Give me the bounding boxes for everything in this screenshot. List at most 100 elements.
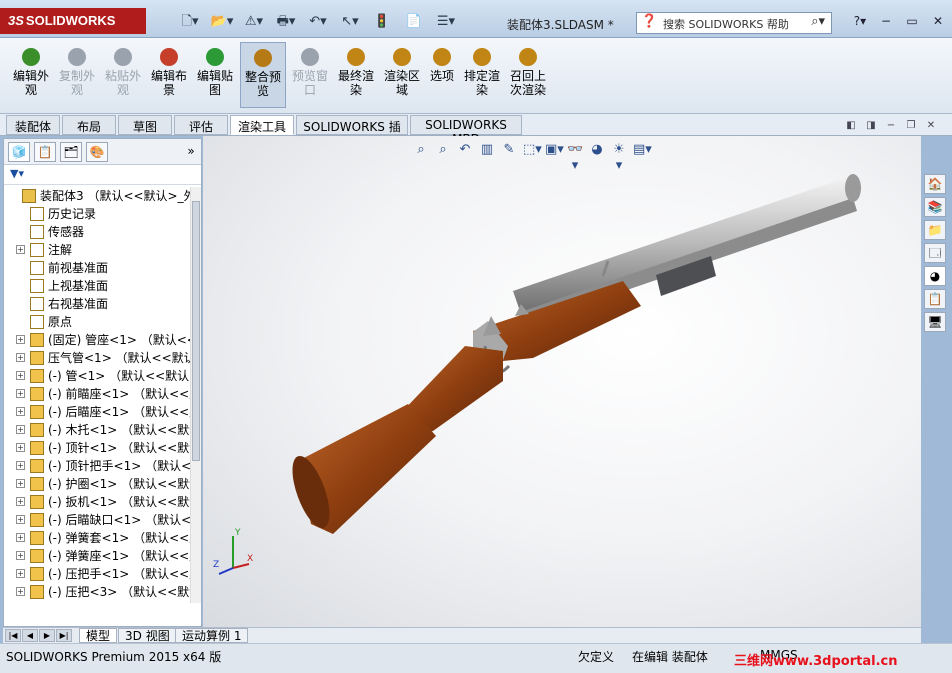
- undo-icon[interactable]: ↶▾: [304, 12, 332, 32]
- tree-row[interactable]: + 注解: [4, 241, 191, 259]
- tab-0[interactable]: 装配体: [6, 115, 60, 135]
- expand-icon[interactable]: +: [16, 443, 25, 452]
- tab-5[interactable]: SOLIDWORKS 插件: [296, 115, 408, 151]
- solidworks-forum-icon[interactable]: 🖥: [924, 312, 946, 332]
- help-icon[interactable]: ?▾: [850, 12, 870, 30]
- expand-icon[interactable]: +: [16, 497, 25, 506]
- tree-row[interactable]: 历史记录: [4, 205, 191, 223]
- restore-icon[interactable]: ▭: [902, 12, 922, 30]
- design-library-icon[interactable]: 📚: [924, 197, 946, 217]
- tree-row[interactable]: + (-) 木托<1> （默认<<默认: [4, 421, 191, 439]
- view-palette-icon[interactable]: 🗔: [924, 243, 946, 263]
- ribbon-button-9[interactable]: 选项: [425, 42, 459, 108]
- graphics-area[interactable]: ⌕ ⌕ ↶ ▥ ✎ ⬚▾ ▣▾ 👓▾ ◕ ☀▾ ▤▾ Y X Z: [203, 136, 921, 627]
- file-properties-icon[interactable]: 📄: [400, 12, 428, 32]
- scroll-thumb[interactable]: [192, 201, 200, 461]
- tree-row[interactable]: + (-) 后瞄缺口<1> （默认<<: [4, 511, 191, 529]
- tab-3d-view[interactable]: 3D 视图: [118, 628, 177, 643]
- close-icon[interactable]: ✕: [928, 12, 948, 30]
- tree-row[interactable]: 传感器: [4, 223, 191, 241]
- ribbon-button-11[interactable]: 召回上次渲染: [505, 42, 551, 108]
- custom-properties-icon[interactable]: 📋: [924, 289, 946, 309]
- ribbon-button-7[interactable]: 最终渲染: [333, 42, 379, 108]
- expand-icon[interactable]: +: [16, 551, 25, 560]
- expand-icon[interactable]: +: [16, 353, 25, 362]
- appearances-scenes-icon[interactable]: ◕: [924, 266, 946, 286]
- display-manager-tab-icon[interactable]: 🎨: [86, 142, 108, 162]
- close-doc-icon[interactable]: ✕: [924, 120, 938, 132]
- tab-6[interactable]: SOLIDWORKS MBD: [410, 115, 522, 146]
- tree-row[interactable]: + (-) 弹簧座<1> （默认<<默: [4, 547, 191, 565]
- select-icon[interactable]: ↖▾: [336, 12, 364, 32]
- expand-icon[interactable]: +: [16, 515, 25, 524]
- new-file-icon[interactable]: 🗋▾: [176, 12, 204, 32]
- tree-row[interactable]: 前视基准面: [4, 259, 191, 277]
- traffic-light-icon[interactable]: 🚦: [368, 12, 396, 32]
- tab-4[interactable]: 渲染工具: [230, 115, 294, 135]
- last-tab-icon[interactable]: ▶|: [56, 629, 72, 642]
- prev-tab-icon[interactable]: ◀: [22, 629, 38, 642]
- tree-row[interactable]: + (-) 弹簧套<1> （默认<<默: [4, 529, 191, 547]
- options-icon[interactable]: ☰▾: [432, 12, 460, 32]
- expand-icon[interactable]: +: [16, 371, 25, 380]
- rebuild-icon[interactable]: ⚠▾: [240, 12, 268, 32]
- tree-row[interactable]: + 压气管<1> （默认<<默认>: [4, 349, 191, 367]
- tree-row[interactable]: + (-) 压把<3> （默认<<默认: [4, 583, 191, 601]
- ribbon-button-3[interactable]: 编辑布景: [146, 42, 192, 108]
- ribbon-button-10[interactable]: 排定渲染: [460, 42, 504, 108]
- tile-right-icon[interactable]: ◨: [864, 120, 878, 132]
- expand-icon[interactable]: +: [16, 407, 25, 416]
- tab-motion-study[interactable]: 运动算例 1: [175, 628, 249, 643]
- tree-row[interactable]: + (-) 顶针<1> （默认<<默认: [4, 439, 191, 457]
- restore-doc-icon[interactable]: ❐: [904, 120, 918, 132]
- tree-row[interactable]: + (-) 前瞄座<1> （默认<<默: [4, 385, 191, 403]
- tab-model[interactable]: 模型: [79, 628, 118, 643]
- tree-row[interactable]: + (-) 后瞄座<1> （默认<<默: [4, 403, 191, 421]
- expand-icon[interactable]: +: [16, 479, 25, 488]
- expand-icon[interactable]: +: [16, 461, 25, 470]
- tree-filter[interactable]: ▼▾: [4, 165, 201, 185]
- configuration-manager-tab-icon[interactable]: 🗂: [60, 142, 82, 162]
- expand-icon[interactable]: +: [16, 425, 25, 434]
- first-tab-icon[interactable]: |◀: [5, 629, 21, 642]
- next-tab-icon[interactable]: ▶: [39, 629, 55, 642]
- tab-1[interactable]: 布局: [62, 115, 116, 135]
- ribbon-button-2[interactable]: 粘贴外观: [100, 42, 146, 108]
- solidworks-logo[interactable]: 3S SOLIDWORKS: [0, 8, 146, 34]
- property-manager-tab-icon[interactable]: 📋: [34, 142, 56, 162]
- tree-scrollbar[interactable]: [190, 187, 201, 603]
- tree-row[interactable]: + (-) 顶针把手<1> （默认<<: [4, 457, 191, 475]
- expand-icon[interactable]: +: [16, 335, 25, 344]
- tile-left-icon[interactable]: ◧: [844, 120, 858, 132]
- tree-row[interactable]: 右视基准面: [4, 295, 191, 313]
- solidworks-resources-icon[interactable]: 🏠: [924, 174, 946, 194]
- search-input[interactable]: ❓ 搜索 SOLIDWORKS 帮助 ⌕▾: [636, 12, 832, 34]
- minimize-doc-icon[interactable]: −: [884, 120, 898, 132]
- expand-icon[interactable]: +: [16, 245, 25, 254]
- expand-icon[interactable]: +: [16, 389, 25, 398]
- expand-icon[interactable]: +: [16, 587, 25, 596]
- filter-icon[interactable]: ▼▾: [10, 167, 24, 180]
- tree-row[interactable]: + (-) 管<1> （默认<<默认>_: [4, 367, 191, 385]
- tree-row[interactable]: + (-) 压把手<1> （默认<<默: [4, 565, 191, 583]
- tree-row[interactable]: + (固定) 管座<1> （默认<<默: [4, 331, 191, 349]
- expand-panel-icon[interactable]: »: [180, 142, 202, 162]
- ribbon-button-6[interactable]: 预览窗口: [287, 42, 333, 108]
- minimize-icon[interactable]: −: [876, 12, 896, 30]
- tab-3[interactable]: 评估: [174, 115, 228, 135]
- tab-2[interactable]: 草图: [118, 115, 172, 135]
- feature-manager-tab-icon[interactable]: 🧊: [8, 142, 30, 162]
- open-file-icon[interactable]: 📂▾: [208, 12, 236, 32]
- ribbon-button-4[interactable]: 编辑贴图: [192, 42, 238, 108]
- ribbon-button-0[interactable]: 编辑外观: [8, 42, 54, 108]
- tree-row[interactable]: 原点: [4, 313, 191, 331]
- print-icon[interactable]: 🖶▾: [272, 12, 300, 32]
- expand-icon[interactable]: +: [16, 533, 25, 542]
- ribbon-button-8[interactable]: 渲染区域: [379, 42, 425, 108]
- tree-row[interactable]: + (-) 扳机<1> （默认<<默认: [4, 493, 191, 511]
- tree-row[interactable]: 上视基准面: [4, 277, 191, 295]
- expand-icon[interactable]: +: [16, 569, 25, 578]
- file-explorer-icon[interactable]: 📁: [924, 220, 946, 240]
- tree-row[interactable]: 装配体3 （默认<<默认>_外观: [4, 187, 191, 205]
- tree-row[interactable]: + (-) 护圈<1> （默认<<默认: [4, 475, 191, 493]
